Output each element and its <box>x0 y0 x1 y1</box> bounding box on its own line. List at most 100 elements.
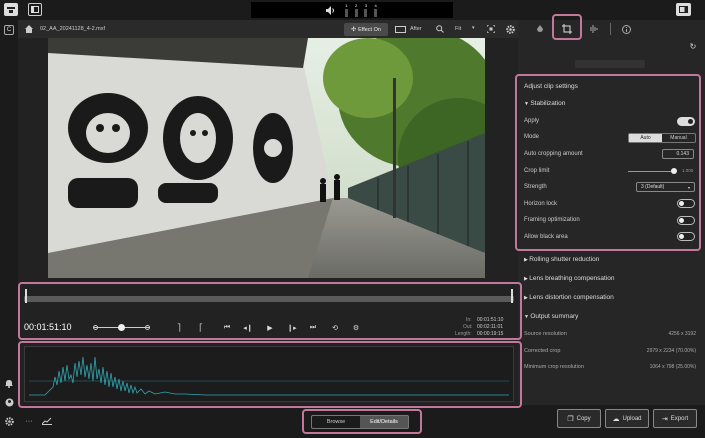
audio-icon[interactable] <box>589 24 599 34</box>
toggle-knob <box>679 201 684 206</box>
mode-segmented-control: Auto Manual <box>628 133 696 143</box>
apply-toggle[interactable] <box>677 117 695 126</box>
more-icon[interactable]: ··· <box>24 417 34 425</box>
export-button[interactable]: ⇥ Export <box>653 409 697 428</box>
panel-scroll-indicator <box>575 60 645 68</box>
go-to-end-icon[interactable]: ⏭ <box>308 323 318 333</box>
strength-dropdown[interactable]: 3 (Default) ▾ <box>636 182 695 192</box>
graph-icon[interactable] <box>41 416 52 426</box>
fit-dropdown[interactable]: Fit <box>455 26 461 32</box>
after-label[interactable]: After <box>410 26 422 32</box>
home-icon[interactable] <box>24 24 34 34</box>
play-icon[interactable]: ▶ <box>265 323 275 333</box>
mode-auto-option[interactable]: Auto <box>629 134 662 142</box>
framing-optimization-label: Framing optimization <box>524 217 580 223</box>
minimum-crop-value: 1064 x 798 (25.00%) <box>649 364 696 370</box>
output-summary-label: Output summary <box>530 313 579 320</box>
mark-in-icon[interactable]: ⎤ <box>174 323 184 333</box>
framing-optimization-toggle[interactable] <box>677 216 695 225</box>
bell-icon[interactable] <box>3 378 15 388</box>
settings-icon[interactable] <box>3 416 15 426</box>
zoom-icon[interactable] <box>435 24 445 34</box>
loop-icon[interactable]: ⟲ <box>330 323 340 333</box>
audio-channels: 1 2 3 4 <box>343 3 379 17</box>
copy-icon: ❐ <box>567 415 574 423</box>
crop-limit-label: Crop limit <box>524 168 550 174</box>
section-label: Lens breathing compensation <box>529 275 615 282</box>
chevron-down-icon[interactable]: ▾ <box>472 25 475 31</box>
out-value: 00:02:11:01 <box>477 324 504 330</box>
edit-details-tab[interactable]: Edit/Details <box>360 416 408 428</box>
channel-label: 3 <box>364 3 367 8</box>
source-resolution-label: Source resolution <box>524 331 567 337</box>
crop-limit-knob[interactable] <box>670 168 677 174</box>
jog-slider-knob[interactable] <box>118 324 125 331</box>
section-lens-distortion[interactable]: ▶ Lens distortion compensation <box>524 294 614 301</box>
step-back-icon[interactable]: ◂❙ <box>243 323 253 333</box>
clip-icon[interactable]: C <box>4 25 14 35</box>
length-label: Length: <box>455 331 472 337</box>
copy-label: Copy <box>576 415 591 422</box>
section-rolling-shutter[interactable]: ▶ Rolling shutter reduction <box>524 256 599 263</box>
allow-black-area-label: Allow black area <box>524 234 568 240</box>
crop-limit-slider[interactable] <box>628 171 676 172</box>
mark-out-icon[interactable]: ⎡ <box>196 323 206 333</box>
crop-limit-value: 1.000 <box>682 168 694 173</box>
color-icon[interactable] <box>535 24 545 34</box>
reset-icon[interactable]: ↻ <box>688 41 698 51</box>
auto-crop-label: Auto cropping amount <box>524 151 583 157</box>
speaker-icon[interactable] <box>325 4 337 16</box>
info-icon[interactable] <box>621 24 631 34</box>
minimum-crop-label: Minimum crop resolution <box>524 364 584 370</box>
mode-manual-option[interactable]: Manual <box>662 134 695 142</box>
channel-label: 2 <box>355 3 358 8</box>
right-panel-icon[interactable] <box>676 3 691 16</box>
clip-filename: 02_AA_20241128_4-2.mxf <box>40 26 106 32</box>
horizon-lock-label: Horizon lock <box>524 201 558 207</box>
corrected-crop-label: Corrected crop <box>524 348 561 354</box>
fullscreen-icon[interactable] <box>486 24 496 34</box>
compare-icon[interactable] <box>394 25 406 34</box>
browse-tab[interactable]: Browse <box>312 416 360 428</box>
step-forward-icon[interactable]: ❙▸ <box>287 323 297 333</box>
in-value: 00:01:51:10 <box>477 317 504 323</box>
account-icon[interactable] <box>3 397 15 407</box>
auto-crop-field[interactable]: 0.143 <box>662 149 694 159</box>
go-to-start-icon[interactable]: ⏮ <box>222 323 232 333</box>
stabilization-header[interactable]: ▼ Stabilization <box>524 100 565 107</box>
corrected-crop-value: 2979 x 2234 (70.00%) <box>646 348 696 354</box>
export-icon: ⇥ <box>661 415 668 423</box>
effect-label: Effect On <box>358 26 381 33</box>
upload-button[interactable]: ☁ Upload <box>605 409 649 428</box>
out-marker[interactable] <box>511 289 513 303</box>
section-label: Lens distortion compensation <box>529 294 614 301</box>
upload-label: Upload <box>622 415 642 422</box>
strength-value: 3 (Default) <box>641 184 665 190</box>
toggle-knob <box>679 234 684 239</box>
app-menu-icon[interactable] <box>4 3 18 16</box>
horizon-lock-toggle[interactable] <box>677 199 695 208</box>
playback-settings-icon[interactable]: ⚙ <box>351 323 361 333</box>
chevron-down-icon: ▾ <box>687 184 690 190</box>
export-label: Export <box>670 415 689 422</box>
in-label: In: <box>466 317 472 323</box>
allow-black-area-toggle[interactable] <box>677 232 695 241</box>
crop-stabilize-icon[interactable] <box>561 23 573 35</box>
video-frame <box>48 38 485 278</box>
source-resolution-value: 4256 x 3192 <box>668 331 696 337</box>
output-summary-header[interactable]: ▼ Output summary <box>524 313 578 320</box>
stabilization-label: Stabilization <box>530 100 566 107</box>
section-lens-breathing[interactable]: ▶ Lens breathing compensation <box>524 275 615 282</box>
left-rail <box>0 20 18 438</box>
effect-toggle-button[interactable]: ✣ Effect On <box>344 23 388 36</box>
timeline-track[interactable] <box>24 296 514 302</box>
view-switch: Browse Edit/Details <box>311 415 409 429</box>
copy-button[interactable]: ❐ Copy <box>557 409 601 428</box>
effect-icon: ✣ <box>351 27 357 33</box>
jog-slider-end <box>145 325 150 330</box>
gear-icon[interactable] <box>505 24 515 34</box>
panel-toggle-icon[interactable] <box>28 3 42 16</box>
length-value: 00:00:19:15 <box>477 331 504 337</box>
playhead[interactable] <box>25 289 27 303</box>
channel-label: 4 <box>374 3 377 8</box>
